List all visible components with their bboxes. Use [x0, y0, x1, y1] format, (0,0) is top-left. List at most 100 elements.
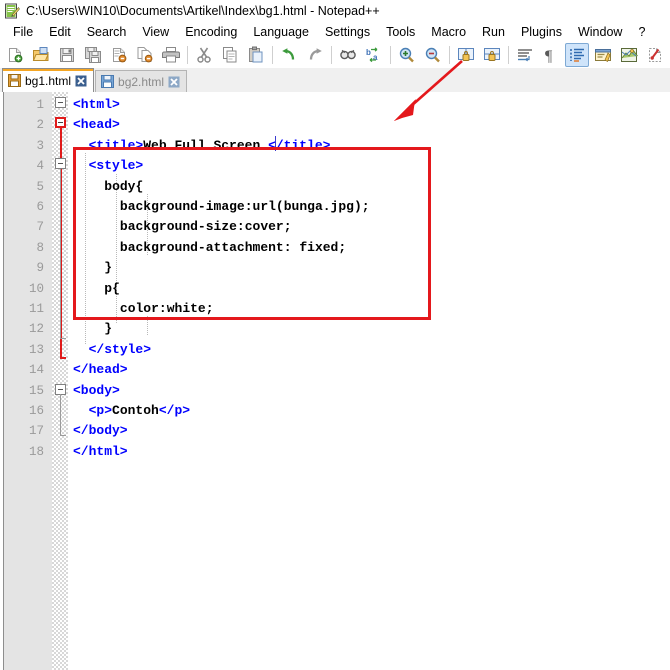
toolbar-separator-4 [390, 46, 391, 64]
line-number: 9 [0, 258, 44, 278]
code-text-token: Web Full Screen [143, 138, 268, 153]
line-number: 17 [0, 421, 44, 441]
word-wrap-icon[interactable] [513, 43, 537, 67]
code-line[interactable]: </html> [73, 442, 128, 462]
close-all-icon[interactable] [133, 43, 157, 67]
code-line[interactable]: <style> [89, 156, 144, 176]
menu-edit[interactable]: Edit [41, 23, 79, 41]
line-number: 8 [0, 238, 44, 258]
line-number: 16 [0, 401, 44, 421]
notepad-plus-plus-icon [4, 3, 20, 19]
close-icon[interactable] [75, 75, 87, 87]
code-text-token: Contoh [112, 403, 159, 418]
document-map-icon[interactable] [617, 43, 641, 67]
code-line[interactable]: </head> [73, 360, 128, 380]
indent-guide-1 [85, 153, 86, 344]
redo-icon[interactable] [303, 43, 327, 67]
fold-box-line-1[interactable] [55, 97, 66, 108]
line-number: 13 [0, 340, 44, 360]
code-line[interactable]: <head> [73, 115, 120, 135]
show-all-characters-icon[interactable]: ¶ [539, 43, 563, 67]
menu-help[interactable]: ? [630, 23, 653, 41]
code-line[interactable]: body{ [104, 177, 143, 197]
line-number: 7 [0, 217, 44, 237]
code-text-token: background-attachment: fixed; [120, 240, 346, 255]
close-file-icon[interactable] [107, 43, 131, 67]
save-blue-icon [101, 75, 114, 88]
line-number: 10 [0, 279, 44, 299]
code-line[interactable]: background-attachment: fixed; [120, 238, 346, 258]
window-title: C:\Users\WIN10\Documents\Artikel\Index\b… [26, 4, 380, 18]
menu-tools[interactable]: Tools [378, 23, 423, 41]
menu-run[interactable]: Run [474, 23, 513, 41]
line-number: 15 [0, 381, 44, 401]
toolbar-separator-5 [449, 46, 450, 64]
line-number: 11 [0, 299, 44, 319]
replace-icon[interactable]: b a [362, 43, 386, 67]
html-tag-token: </title> [268, 138, 330, 153]
sync-vertical-scroll-icon[interactable] [454, 43, 478, 67]
line-number: 5 [0, 177, 44, 197]
code-line[interactable]: <body> [73, 381, 120, 401]
html-tag-token: <body> [73, 383, 120, 398]
menu-macro[interactable]: Macro [423, 23, 474, 41]
menu-view[interactable]: View [134, 23, 177, 41]
save-icon[interactable] [55, 43, 79, 67]
menu-language[interactable]: Language [245, 23, 317, 41]
function-list-icon[interactable] [643, 43, 667, 67]
zoom-out-icon[interactable] [421, 43, 445, 67]
fold-box-line-4[interactable] [55, 158, 66, 169]
toolbar-separator-3 [331, 46, 332, 64]
copy-icon[interactable] [218, 43, 242, 67]
menu-window[interactable]: Window [570, 23, 630, 41]
code-line[interactable]: </style> [89, 340, 151, 360]
code-line[interactable]: background-image:url(bunga.jpg); [120, 197, 370, 217]
menu-search[interactable]: Search [79, 23, 135, 41]
code-line[interactable]: </body> [73, 421, 128, 441]
find-icon[interactable] [336, 43, 360, 67]
toolbar-separator-2 [272, 46, 273, 64]
html-tag-token: </style> [89, 342, 151, 357]
save-all-icon[interactable] [81, 43, 105, 67]
line-number: 14 [0, 360, 44, 380]
code-line[interactable]: <p>Contoh</p> [89, 401, 190, 421]
cut-icon[interactable] [192, 43, 216, 67]
menu-encoding[interactable]: Encoding [177, 23, 245, 41]
menu-settings[interactable]: Settings [317, 23, 378, 41]
fold-box-line-2[interactable] [55, 117, 66, 128]
zoom-in-icon[interactable] [395, 43, 419, 67]
code-line[interactable]: color:white; [120, 299, 214, 319]
line-number: 6 [0, 197, 44, 217]
fold-tick-head-end [60, 357, 66, 359]
save-blue-icon [8, 74, 21, 87]
menu-file[interactable]: File [5, 23, 41, 41]
html-tag-token: <html> [73, 97, 120, 112]
open-file-icon[interactable] [29, 43, 53, 67]
code-line[interactable]: <html> [73, 95, 120, 115]
code-editor[interactable]: 123456789101112131415161718 <html><head>… [0, 92, 670, 670]
tab-bg1-html[interactable]: bg1.html [2, 68, 94, 92]
code-text-token: background-size:cover; [120, 219, 292, 234]
undo-icon[interactable] [277, 43, 301, 67]
indent-guide-icon[interactable] [565, 43, 589, 67]
html-tag-token: </head> [73, 362, 128, 377]
menu-plugins[interactable]: Plugins [513, 23, 570, 41]
menu-bar: File Edit Search View Encoding Language … [0, 22, 670, 42]
code-line[interactable]: background-size:cover; [120, 217, 292, 237]
fold-tick-style-end [60, 338, 66, 339]
tab-bg2-html[interactable]: bg2.html [95, 70, 187, 92]
sync-horizontal-scroll-icon[interactable] [480, 43, 504, 67]
print-icon[interactable] [159, 43, 183, 67]
code-line[interactable]: p{ [104, 279, 120, 299]
code-line[interactable]: <title>Web Full Screen </title> [89, 136, 331, 156]
paste-icon[interactable] [244, 43, 268, 67]
text-area[interactable]: <html> <head><title>Web Full Screen </tit… [68, 92, 670, 670]
line-number: 12 [0, 319, 44, 339]
close-icon[interactable] [168, 76, 180, 88]
user-defined-dialog-icon[interactable] [591, 43, 615, 67]
code-line[interactable]: } [104, 258, 112, 278]
code-text-token: background-image:url(bunga.jpg); [120, 199, 370, 214]
code-line[interactable]: } [104, 319, 112, 339]
new-file-icon[interactable] [3, 43, 27, 67]
code-text-token: body{ [104, 179, 143, 194]
